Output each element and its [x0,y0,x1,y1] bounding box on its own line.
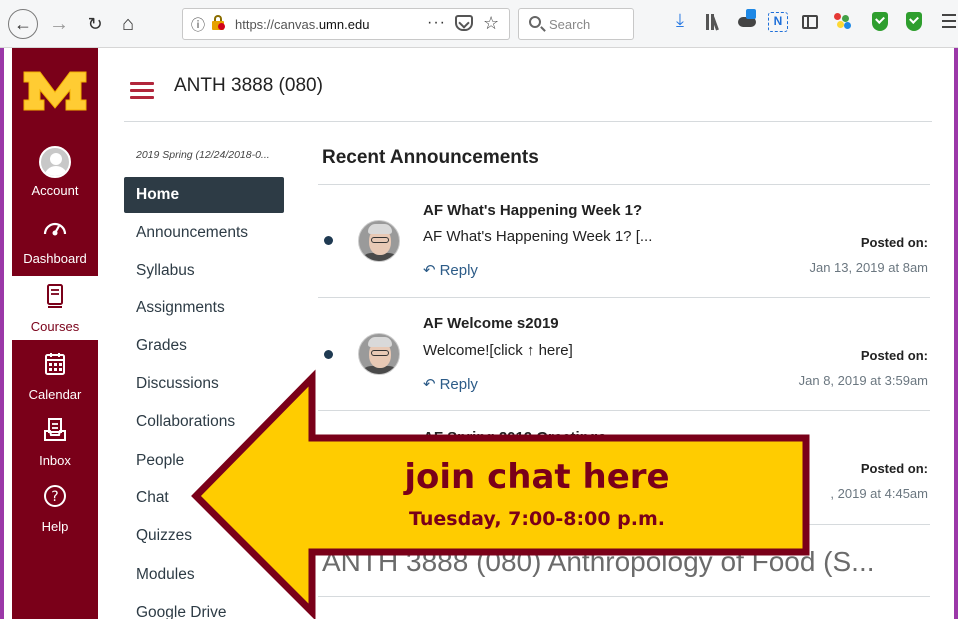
callout-headline: join chat here [404,457,670,497]
posted-date: Jan 8, 2019 at 3:59am [798,373,928,388]
global-nav-inbox[interactable]: Inbox [12,410,98,474]
global-nav-account[interactable]: Account [12,140,98,204]
author-avatar[interactable] [358,220,400,262]
course-nav-assignments[interactable]: Assignments [124,290,284,326]
course-nav-modules[interactable]: Modules [124,557,284,593]
course-nav-grades[interactable]: Grades [124,328,284,364]
search-placeholder: Search [549,17,591,32]
divider [318,596,930,597]
url-text[interactable]: https://canvas.umn.edu [235,17,405,32]
home-icon: ⌂ [121,12,135,35]
reply-arrow-icon: ↶ [423,376,436,393]
posted-date: Jan 13, 2019 at 8am [809,260,928,275]
reload-button[interactable]: ↻ [84,10,106,38]
shield-check-icon[interactable] [872,12,888,31]
arrow-left-icon: ← [14,13,32,34]
global-nav-label: Inbox [39,453,71,468]
bookmark-star-icon[interactable]: ☆ [483,13,499,34]
dashboard-gauge-icon [43,222,67,236]
global-nav-label: Calendar [28,387,82,402]
sidebar-toggle-icon[interactable] [802,15,818,29]
course-breadcrumb-title[interactable]: ANTH 3888 (080) [174,75,323,97]
divider [318,184,930,185]
global-nav-label: Dashboard [23,251,87,266]
extension-n-icon[interactable]: N [768,12,788,32]
color-extension-icon[interactable] [834,13,852,31]
global-nav-courses[interactable]: Courses [12,276,98,340]
global-nav-label: Help [41,519,69,534]
announcement-title[interactable]: AF Spring 2019 Greetings [423,429,606,446]
sync-icon[interactable] [738,9,756,27]
global-nav-label: Account [31,183,79,198]
reply-link[interactable]: ↶ Reply [423,261,478,279]
announcement-snippet: AF What's Happening Week 1? [... [423,228,653,245]
page-actions-menu-icon[interactable]: ··· [427,14,446,32]
hamburger-menu-icon[interactable] [942,14,956,32]
svg-text:?: ? [51,489,58,505]
course-nav-people[interactable]: People [124,443,284,479]
help-icon: ? [44,485,66,507]
arrow-right-icon: → [49,12,69,35]
divider [318,297,930,298]
url-domain: umn.edu [318,17,370,32]
header-divider [124,121,932,122]
unread-indicator [324,236,333,245]
posted-on-label: Posted on: [860,235,928,250]
pocket-icon[interactable] [455,15,473,31]
reply-link[interactable]: ↶ Reply [423,375,478,393]
library-icon[interactable] [706,12,724,31]
reply-label: Reply [439,376,478,393]
course-nav-collaborations[interactable]: Collaborations [124,404,284,440]
author-avatar[interactable] [358,333,400,375]
search-box[interactable]: Search [518,8,634,40]
forward-button[interactable]: → [48,10,70,38]
course-nav-quizzes[interactable]: Quizzes [124,518,284,554]
info-icon[interactable]: ⓘ [191,15,205,35]
term-label: 2019 Spring (12/24/2018-0... [136,149,270,161]
course-nav-google-drive[interactable]: Google Drive [124,595,284,619]
shield-check-icon[interactable] [906,12,922,31]
course-menu-toggle-icon[interactable] [130,82,154,100]
unread-indicator [324,350,333,359]
search-icon [529,16,541,28]
course-nav-discussions[interactable]: Discussions [124,366,284,402]
course-nav-syllabus[interactable]: Syllabus [124,253,284,289]
university-m-logo[interactable] [20,68,90,114]
posted-date: , 2019 at 4:45am [830,486,928,501]
global-nav-dashboard[interactable]: Dashboard [12,208,98,272]
callout-time: Tuesday, 7:00-8:00 p.m. [408,508,666,530]
courses-book-icon [47,284,63,308]
reload-icon: ↻ [87,13,103,34]
course-nav-announcements[interactable]: Announcements [124,215,284,251]
recent-announcements-heading: Recent Announcements [322,147,539,168]
course-nav-home[interactable]: Home [124,177,284,213]
announcement-title[interactable]: AF What's Happening Week 1? [423,202,642,219]
calendar-icon [45,353,65,375]
reply-arrow-icon: ↶ [423,262,436,279]
insecure-lock-icon[interactable] [211,15,225,31]
download-icon[interactable]: ⤓ [676,10,694,30]
global-nav-calendar[interactable]: Calendar [12,344,98,408]
global-nav-help[interactable]: ? Help [12,476,98,540]
reply-label: Reply [439,262,478,279]
url-bar[interactable]: ⓘ https://canvas.umn.edu ··· ☆ [182,8,510,40]
global-nav: Account Dashboard Courses Calendar Inbox… [12,48,98,619]
inbox-icon [44,418,66,441]
back-button[interactable]: ← [8,9,38,39]
account-avatar-icon [39,146,71,178]
global-nav-label: Courses [30,319,80,334]
posted-on-label: Posted on: [860,348,928,363]
course-page-heading: ANTH 3888 (080) Anthropology of Food (S.… [322,546,875,577]
posted-on-label: Posted on: [860,461,928,476]
course-nav-chat[interactable]: Chat [124,480,284,516]
divider [318,410,930,411]
home-button[interactable]: ⌂ [116,10,140,38]
browser-toolbar: ← → ↻ ⌂ ⓘ https://canvas.umn.edu ··· ☆ S… [0,0,958,48]
url-prefix: https://canvas. [235,17,319,32]
announcement-title[interactable]: AF Welcome s2019 [423,315,559,332]
announcement-snippet: Welcome![click ↑ here] [423,342,573,359]
